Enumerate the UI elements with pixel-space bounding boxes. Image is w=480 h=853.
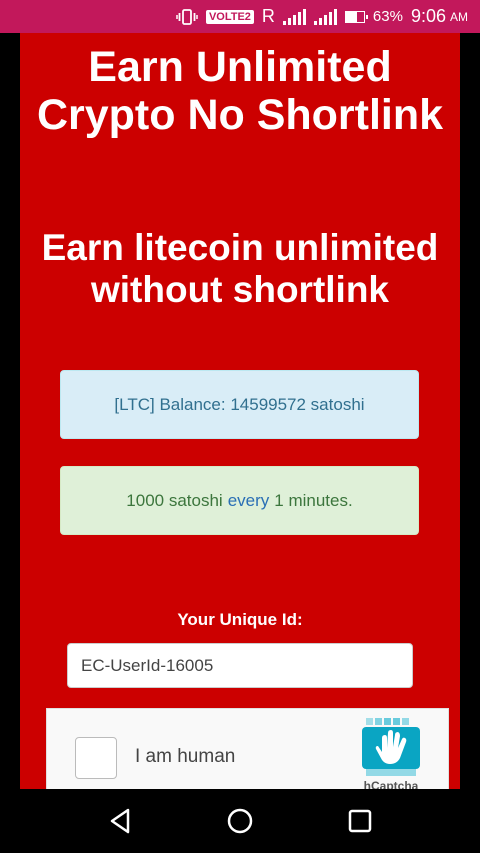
back-icon[interactable] [100, 801, 140, 841]
clock-time: 9:06 [410, 6, 446, 26]
hcaptcha-brand: hCaptcha [363, 779, 419, 789]
clock-ampm: AM [450, 9, 468, 24]
faucet-page: Earn Unlimited Crypto No Shortlink Earn … [20, 33, 460, 789]
page-subtitle: Earn litecoin unlimited without shortlin… [41, 227, 439, 310]
vibrate-icon [176, 8, 198, 25]
navigation-bar [0, 789, 480, 853]
battery-icon [344, 10, 368, 23]
balance-text: [LTC] Balance: 14599572 satoshi [114, 394, 365, 414]
page-title: Earn Unlimited Crypto No Shortlink [36, 43, 444, 139]
reward-every: every [227, 490, 270, 510]
unique-id-label: Your Unique Id: [177, 610, 303, 629]
signal-icon [282, 8, 306, 25]
balance-alert: [LTC] Balance: 14599572 satoshi [60, 370, 419, 439]
reward-amount: 1000 satoshi [126, 490, 223, 510]
battery-percent: 63% [372, 8, 403, 25]
hcaptcha-logo-icon [360, 716, 422, 778]
volte-badge: VOLTE2 [205, 9, 254, 24]
signal-icon-2 [313, 8, 337, 25]
recents-icon[interactable] [340, 801, 380, 841]
home-icon[interactable] [220, 801, 260, 841]
captcha-checkbox[interactable] [75, 737, 117, 779]
reward-interval: 1 minutes. [274, 490, 353, 510]
captcha-label: I am human [135, 746, 236, 767]
unique-id-input[interactable] [67, 643, 413, 688]
hcaptcha-widget: I am human hCaptcha [46, 708, 449, 789]
status-bar: VOLTE2 R 63% 9:06 AM [0, 0, 480, 33]
reward-alert: 1000 satoshi every 1 minutes. [60, 466, 419, 535]
roaming-indicator: R [261, 6, 275, 26]
